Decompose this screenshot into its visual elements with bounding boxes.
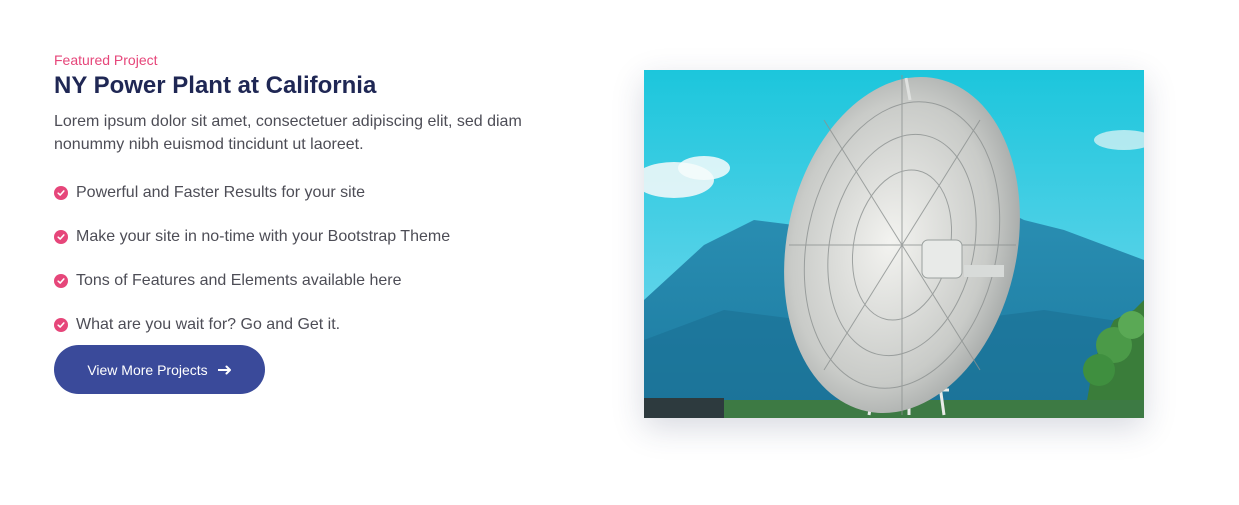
feature-item: What are you wait for? Go and Get it. — [54, 314, 574, 336]
feature-text: What are you wait for? Go and Get it. — [76, 316, 341, 333]
button-label: View More Projects — [87, 361, 208, 378]
view-more-projects-button[interactable]: View More Projects — [54, 345, 265, 394]
project-title: NY Power Plant at California — [54, 72, 377, 99]
radio-telescope-image — [644, 70, 1144, 418]
project-photo — [644, 70, 1144, 418]
check-circle-icon — [54, 318, 68, 332]
check-circle-icon — [54, 230, 68, 244]
section-eyebrow: Featured Project — [54, 52, 158, 68]
arrow-right-icon — [217, 365, 232, 375]
feature-list: Powerful and Faster Results for your sit… — [54, 182, 574, 336]
featured-project-section: Featured Project NY Power Plant at Calif… — [0, 0, 1239, 505]
feature-text: Tons of Features and Elements available … — [76, 272, 402, 289]
feature-item: Make your site in no-time with your Boot… — [54, 226, 574, 248]
feature-item: Tons of Features and Elements available … — [54, 270, 574, 292]
feature-item: Powerful and Faster Results for your sit… — [54, 182, 574, 204]
feature-text: Powerful and Faster Results for your sit… — [76, 184, 366, 201]
featured-project-text: Featured Project NY Power Plant at Calif… — [54, 50, 574, 336]
project-description: Lorem ipsum dolor sit amet, consectetuer… — [54, 113, 522, 153]
check-circle-icon — [54, 274, 68, 288]
feature-text: Make your site in no-time with your Boot… — [76, 228, 451, 245]
check-circle-icon — [54, 186, 68, 200]
